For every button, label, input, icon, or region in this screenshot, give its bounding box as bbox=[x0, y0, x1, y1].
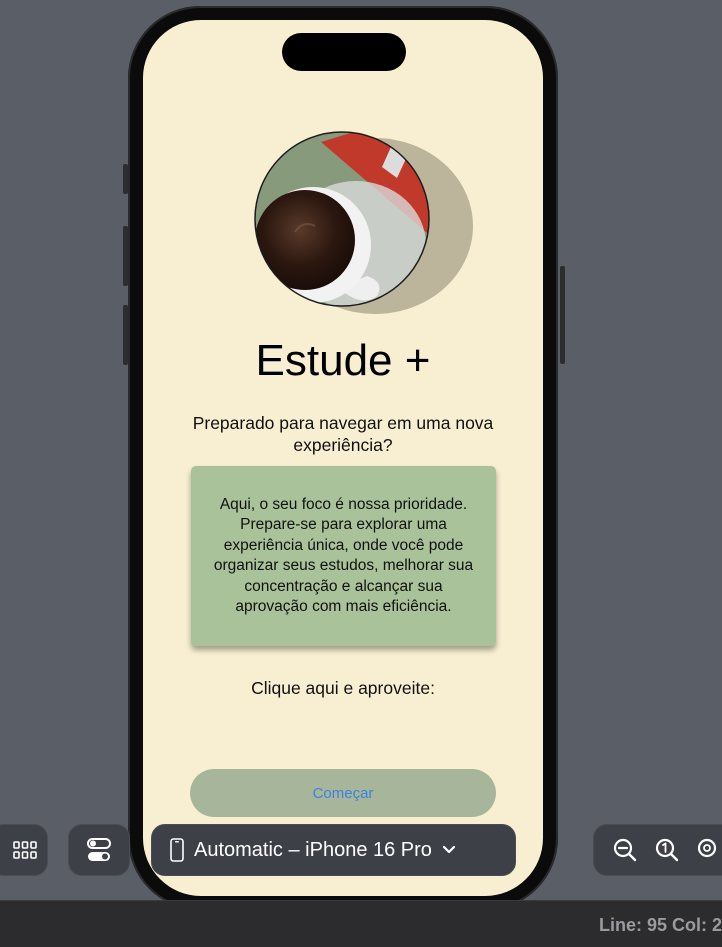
zoom-out-icon[interactable] bbox=[612, 837, 638, 863]
zoom-controls bbox=[593, 824, 722, 876]
toggle-variants-icon bbox=[87, 838, 111, 861]
info-card: Aqui, o seu foco é nossa prioridade. Pre… bbox=[191, 466, 496, 646]
zoom-actual-icon[interactable] bbox=[654, 837, 680, 863]
start-button[interactable]: Começar bbox=[190, 769, 496, 817]
variants-button[interactable] bbox=[68, 824, 130, 876]
zoom-fit-icon[interactable] bbox=[696, 837, 722, 863]
device-screen: Estude + Preparado para navegar em uma n… bbox=[143, 20, 543, 896]
dynamic-island bbox=[282, 33, 406, 71]
grid-view-button[interactable] bbox=[0, 824, 48, 876]
grid-icon bbox=[13, 841, 37, 859]
status-bar: Line: 95 Col: 2 bbox=[0, 900, 722, 947]
coffee-logo-icon bbox=[254, 131, 473, 314]
power-button bbox=[560, 266, 565, 364]
chevron-down-icon bbox=[442, 845, 456, 854]
device-picker-label: Automatic – iPhone 16 Pro bbox=[194, 838, 432, 861]
info-card-text: Aqui, o seu foco é nossa prioridade. Pre… bbox=[213, 495, 474, 616]
welcome-subtitle: Preparado para navegar em uma nova exper… bbox=[192, 413, 494, 455]
app-title: Estude + bbox=[255, 336, 431, 385]
cta-label: Clique aqui e aproveite: bbox=[251, 678, 435, 698]
cursor-position: Line: 95 Col: 2 bbox=[598, 915, 722, 935]
device-picker[interactable]: Automatic – iPhone 16 Pro bbox=[151, 824, 516, 876]
phone-icon bbox=[170, 838, 184, 862]
